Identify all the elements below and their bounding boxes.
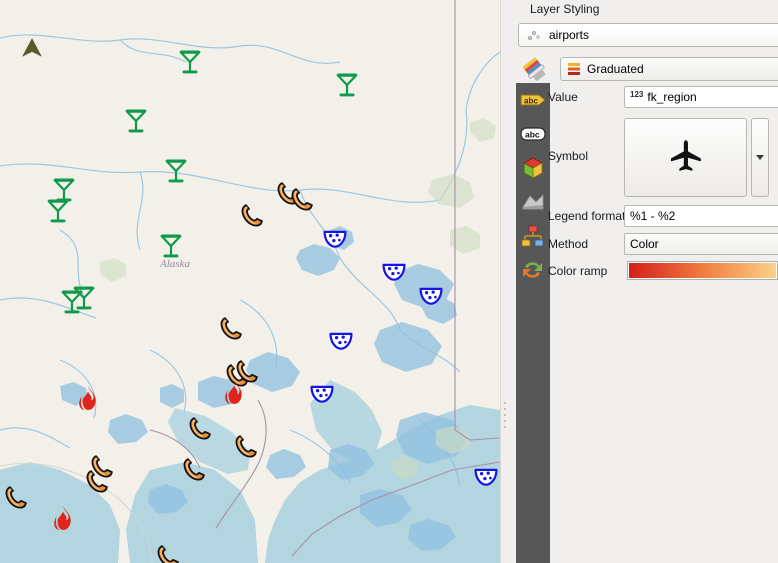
field-type-badge: 123 xyxy=(630,89,644,99)
map-marker-pizza[interactable] xyxy=(310,384,334,404)
splitter-grip[interactable] xyxy=(504,402,506,432)
3d-view-icon xyxy=(523,157,543,179)
map-marker-pizza[interactable] xyxy=(382,262,406,282)
masks-icon: abc xyxy=(520,127,546,141)
map-marker-phone[interactable] xyxy=(85,469,109,493)
map-canvas[interactable]: Alaska xyxy=(0,0,500,563)
map-basemap xyxy=(0,0,500,563)
rail-item-masks[interactable]: abc xyxy=(516,117,550,151)
airplane-icon xyxy=(669,139,703,176)
rail-item-labels[interactable]: abc xyxy=(516,83,550,117)
rail-item-elevation[interactable] xyxy=(516,185,550,219)
map-marker-cocktail[interactable] xyxy=(336,73,358,97)
value-field[interactable]: 123 fk_region xyxy=(624,86,778,108)
paintbrush-icon xyxy=(522,57,546,81)
rail-item-diagrams[interactable] xyxy=(516,219,550,253)
labels-icon: abc xyxy=(520,94,546,106)
panel-title: Layer Styling xyxy=(530,2,600,16)
symbol-label: Symbol xyxy=(548,149,589,163)
layer-select[interactable]: airports xyxy=(518,23,778,47)
styling-icon-rail: abc abc xyxy=(516,83,550,563)
svg-text:abc: abc xyxy=(525,130,540,140)
map-marker-cocktail[interactable] xyxy=(165,159,187,183)
map-marker-pizza[interactable] xyxy=(323,229,347,249)
map-marker-phone[interactable] xyxy=(240,203,264,227)
map-marker-fire[interactable] xyxy=(52,505,74,531)
renderer-label: Graduated xyxy=(587,62,644,76)
map-marker-phone[interactable] xyxy=(234,434,258,458)
rail-item-actions[interactable] xyxy=(516,253,550,287)
actions-icon xyxy=(523,262,542,278)
method-label: Method xyxy=(548,237,589,251)
legend-format-label: Legend format xyxy=(548,209,626,223)
map-marker-cocktail[interactable] xyxy=(61,290,83,314)
symbol-dropdown-button[interactable] xyxy=(751,118,769,197)
map-marker-pizza[interactable] xyxy=(329,331,353,351)
map-marker-pizza[interactable] xyxy=(474,467,498,487)
value-field-text: fk_region xyxy=(647,90,697,104)
method-select[interactable]: Color xyxy=(624,233,778,255)
rail-item-3d-view[interactable] xyxy=(516,151,550,185)
color-ramp-preview[interactable] xyxy=(627,261,778,280)
point-layer-icon xyxy=(528,31,540,40)
map-marker-arrow-up[interactable] xyxy=(21,37,43,59)
symbol-preview[interactable] xyxy=(624,118,747,197)
map-marker-cocktail[interactable] xyxy=(160,234,182,258)
map-marker-fire[interactable] xyxy=(77,385,99,411)
method-value: Color xyxy=(630,237,659,251)
legend-format-value: %1 - %2 xyxy=(630,209,676,223)
value-label: Value xyxy=(548,90,578,104)
legend-format-field[interactable]: %1 - %2 xyxy=(624,205,778,227)
map-marker-cocktail[interactable] xyxy=(179,50,201,74)
map-marker-phone[interactable] xyxy=(188,416,212,440)
map-marker-fire[interactable] xyxy=(223,379,245,405)
svg-text:abc: abc xyxy=(524,97,538,106)
map-marker-phone[interactable] xyxy=(4,485,28,509)
map-marker-phone[interactable] xyxy=(156,544,180,563)
chevron-down-icon xyxy=(756,155,764,160)
graduated-icon xyxy=(568,63,580,75)
map-marker-phone[interactable] xyxy=(290,187,314,211)
map-marker-cocktail[interactable] xyxy=(47,199,69,223)
color-ramp-gradient xyxy=(629,263,776,278)
map-marker-pizza[interactable] xyxy=(419,286,443,306)
elevation-icon xyxy=(522,193,544,210)
layer-styling-panel: Layer Styling airports Graduated abc abc… xyxy=(508,0,778,563)
map-region-label: Alaska xyxy=(160,258,190,270)
map-marker-cocktail[interactable] xyxy=(125,109,147,133)
color-ramp-label: Color ramp xyxy=(548,264,608,278)
map-marker-phone[interactable] xyxy=(219,316,243,340)
layer-name: airports xyxy=(549,28,590,42)
renderer-row: Graduated xyxy=(518,57,778,83)
panel-splitter[interactable] xyxy=(500,0,508,563)
map-marker-phone[interactable] xyxy=(182,457,206,481)
diagrams-icon xyxy=(521,225,544,247)
renderer-select[interactable]: Graduated xyxy=(560,57,778,81)
